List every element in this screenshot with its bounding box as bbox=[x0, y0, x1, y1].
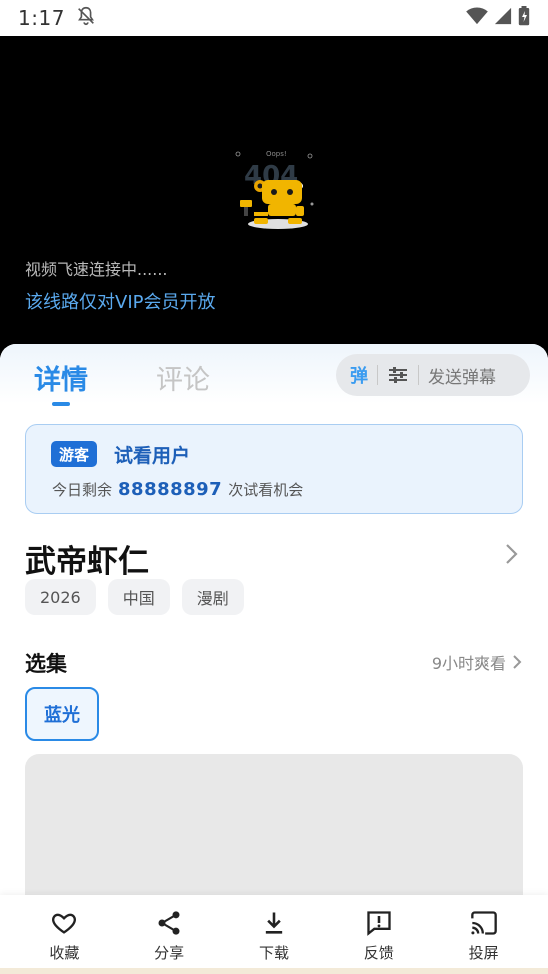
feedback-button[interactable]: 反馈 bbox=[339, 895, 419, 974]
episodes-more-link[interactable]: 9小时爽看 bbox=[432, 650, 522, 674]
trial-suffix: 次试看机会 bbox=[228, 481, 304, 499]
danmaku-settings-icon[interactable] bbox=[387, 364, 409, 386]
detail-sheet: 详情 评论 弹 发送弹幕 游客 试看用户 今日剩余 88888897 次试看机会… bbox=[0, 344, 548, 974]
guest-badge: 游客 bbox=[51, 441, 98, 467]
episodes-update-text: 9小时爽看 bbox=[431, 654, 506, 673]
trial-user-title: 试看用户 bbox=[114, 445, 191, 467]
bottom-edge-strip bbox=[0, 968, 548, 974]
status-time: 1:17 bbox=[18, 6, 65, 30]
vip-only-notice[interactable]: 该线路仅对VIP会员开放 bbox=[25, 288, 215, 314]
cast-label: 投屏 bbox=[468, 944, 499, 962]
chevron-right-icon[interactable] bbox=[502, 541, 520, 567]
divider bbox=[377, 365, 378, 385]
danmaku-bar: 弹 发送弹幕 bbox=[336, 354, 530, 396]
share-icon bbox=[158, 911, 180, 935]
tag-genre[interactable]: 漫剧 bbox=[181, 579, 244, 615]
share-label: 分享 bbox=[154, 944, 185, 962]
episodes-section-title: 选集 bbox=[25, 652, 67, 676]
drama-tags: 2026 中国 漫剧 bbox=[25, 579, 244, 615]
divider bbox=[418, 365, 419, 385]
favorite-button[interactable]: 收藏 bbox=[24, 895, 104, 974]
quality-option-bluray[interactable]: 蓝光 bbox=[25, 687, 99, 741]
video-player[interactable]: Oops! 404 视频飞速连接中...... 该线路仅对VIP会员开放 bbox=[0, 36, 548, 358]
cast-icon bbox=[470, 911, 497, 935]
trial-remaining-line: 今日剩余 88888897 次试看机会 bbox=[52, 479, 303, 500]
drama-title[interactable]: 武帝虾仁 bbox=[25, 536, 149, 581]
trial-count: 88888897 bbox=[118, 479, 223, 500]
wifi-icon bbox=[466, 7, 488, 29]
trial-user-card: 游客 试看用户 今日剩余 88888897 次试看机会 bbox=[25, 424, 523, 514]
send-danmaku-button[interactable]: 发送弹幕 bbox=[428, 363, 496, 388]
battery-icon bbox=[518, 6, 530, 30]
cast-button[interactable]: 投屏 bbox=[444, 895, 524, 974]
download-icon bbox=[265, 912, 283, 934]
favorite-label: 收藏 bbox=[49, 944, 80, 962]
bottom-action-bar: 收藏 分享 下载 反馈 投屏 bbox=[0, 895, 548, 974]
notification-bell-off-icon bbox=[75, 5, 97, 31]
tab-comments[interactable]: 评论 bbox=[156, 358, 210, 397]
trial-prefix: 今日剩余 bbox=[52, 481, 113, 499]
video-connecting-text: 视频飞速连接中...... bbox=[25, 260, 168, 279]
status-bar: 1:17 bbox=[0, 0, 548, 36]
heart-icon bbox=[52, 913, 77, 934]
download-label: 下载 bbox=[258, 944, 289, 962]
feedback-label: 反馈 bbox=[363, 944, 394, 962]
danmaku-toggle-button[interactable]: 弹 bbox=[350, 362, 368, 388]
tag-year[interactable]: 2026 bbox=[25, 579, 96, 615]
active-tab-indicator bbox=[52, 402, 70, 406]
feedback-icon bbox=[367, 911, 391, 936]
chevron-right-icon bbox=[513, 655, 522, 669]
signal-icon bbox=[494, 7, 512, 29]
download-button[interactable]: 下载 bbox=[234, 895, 314, 974]
tab-details[interactable]: 详情 bbox=[34, 358, 88, 397]
error-art-caption: Oops! bbox=[266, 150, 287, 158]
tag-region[interactable]: 中国 bbox=[107, 579, 170, 615]
error-404-robot-illustration: Oops! 404 bbox=[232, 144, 318, 234]
share-button[interactable]: 分享 bbox=[129, 895, 209, 974]
